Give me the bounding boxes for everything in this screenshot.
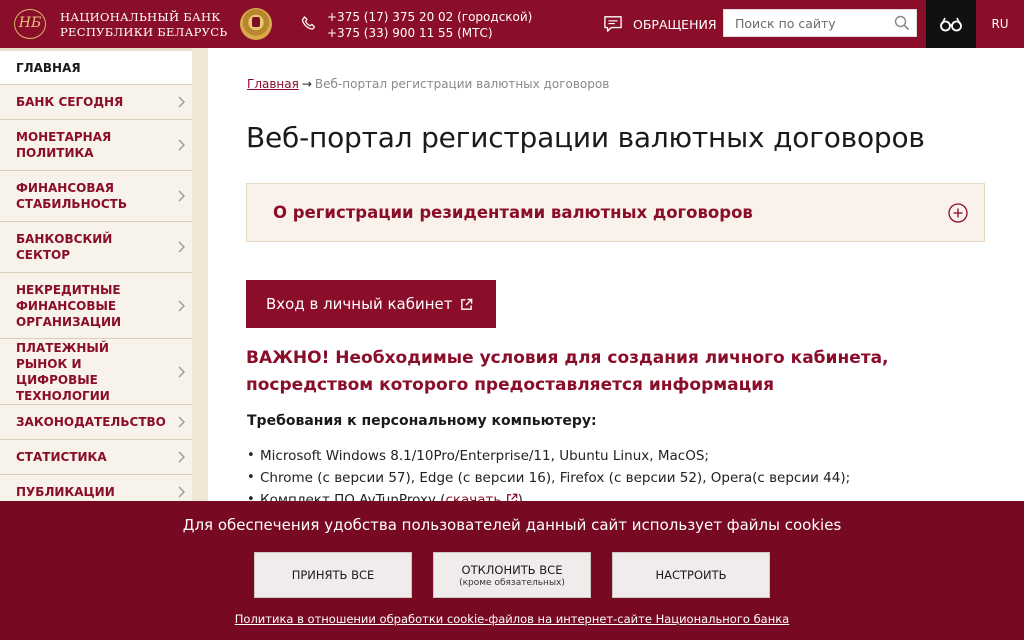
cookie-policy-container: Политика в отношении обработки cookie-фа…	[0, 612, 1024, 626]
phone-mobile[interactable]: +375 (33) 900 11 55 (МТС)	[327, 25, 532, 41]
sidebar-item-label: ГЛАВНАЯ	[16, 60, 81, 75]
phone-icon	[301, 16, 316, 30]
phone-numbers: +375 (17) 375 20 02 (городской) +375 (33…	[327, 9, 532, 41]
bank-name-line2: РЕСПУБЛИКИ БЕЛАРУСЬ	[60, 25, 228, 39]
emblem-icon	[240, 8, 272, 40]
chevron-right-icon	[178, 451, 185, 463]
accordion-registration-info[interactable]: О регистрации резидентами валютных догов…	[246, 183, 985, 242]
important-notice: ВАЖНО! Необходимые условия для создания …	[246, 348, 889, 395]
chevron-right-icon	[178, 366, 185, 377]
sidebar-item-bank-today[interactable]: БАНК СЕГОДНЯ	[0, 85, 192, 120]
sidebar-item-label: ФИНАНСОВАЯ СТАБИЛЬНОСТЬ	[16, 181, 127, 211]
sidebar-item-label: БАНКОВСКИЙ СЕКТОР	[16, 232, 113, 262]
sidebar-item-nonbank-organizations[interactable]: НЕКРЕДИТНЫЕ ФИНАНСОВЫЕ ОРГАНИЗАЦИИ	[0, 273, 192, 339]
sidebar-item-monetary-policy[interactable]: МОНЕТАРНАЯ ПОЛИТИКА	[0, 120, 192, 171]
search-icon[interactable]	[894, 15, 910, 31]
logo-icon[interactable]: НБ	[14, 9, 46, 39]
list-item: Chrome (с версии 57), Edge (с версии 16)…	[247, 467, 850, 489]
decline-all-button[interactable]: ОТКЛОНИТЬ ВСЕ (кроме обязательных)	[433, 552, 591, 598]
cookie-policy-link[interactable]: Политика в отношении обработки cookie-фа…	[235, 612, 789, 626]
sidebar-item-label: ПУБЛИКАЦИИ	[16, 485, 115, 499]
accept-all-label: ПРИНЯТЬ ВСЕ	[291, 568, 375, 582]
login-cabinet-button[interactable]: Вход в личный кабинет	[246, 280, 496, 328]
requirement-browsers: Chrome (с версии 57), Edge (с версии 16)…	[260, 470, 851, 486]
sidebar-item-payment-market[interactable]: ПЛАТЕЖНЫЙ РЫНОК И ЦИФРОВЫЕ ТЕХНОЛОГИИ	[0, 339, 192, 405]
bank-name-line1: НАЦИОНАЛЬНЫЙ БАНК	[60, 10, 221, 24]
chevron-right-icon	[178, 139, 185, 151]
chevron-right-icon	[178, 190, 185, 202]
external-link-icon	[461, 298, 473, 310]
sidebar-nav: ГЛАВНАЯ БАНК СЕГОДНЯ МОНЕТАРНАЯ ПОЛИТИКА…	[0, 51, 192, 510]
vision-icon	[940, 17, 962, 32]
decline-all-label: ОТКЛОНИТЬ ВСЕ	[461, 562, 563, 577]
decline-note: (кроме обязательных)	[459, 577, 565, 588]
breadcrumb-arrow-icon: →	[301, 77, 312, 91]
sidebar-item-home[interactable]: ГЛАВНАЯ	[0, 51, 192, 85]
breadcrumb: Главная → Веб-портал регистрации валютных …	[247, 77, 609, 91]
cookie-message: Для обеспечения удобства пользователей д…	[182, 516, 842, 534]
search-box	[723, 9, 917, 37]
sidebar-item-label: ЗАКОНОДАТЕЛЬСТВО	[16, 415, 166, 429]
vision-impaired-button[interactable]	[926, 0, 976, 48]
sidebar-item-label: БАНК СЕГОДНЯ	[16, 95, 124, 109]
sidebar-item-label: НЕКРЕДИТНЫЕ ФИНАНСОВЫЕ ОРГАНИЗАЦИИ	[16, 282, 122, 329]
appeals-link[interactable]: ОБРАЩЕНИЯ	[603, 14, 717, 34]
breadcrumb-home-link[interactable]: Главная	[247, 77, 299, 91]
page-title: Веб-портал регистрации валютных договоро…	[246, 121, 925, 154]
list-item: Microsoft Windows 8.1/10Pro/Enterprise/1…	[247, 445, 850, 467]
phone-city[interactable]: +375 (17) 375 20 02 (городской)	[327, 9, 532, 25]
appeals-label: ОБРАЩЕНИЯ	[633, 16, 717, 32]
chevron-right-icon	[178, 300, 185, 311]
requirement-os: Microsoft Windows 8.1/10Pro/Enterprise/1…	[260, 448, 709, 464]
requirements-title: Требования к персональному компьютеру:	[247, 413, 597, 429]
sidebar-item-statistics[interactable]: СТАТИСТИКА	[0, 440, 192, 475]
sidebar-item-label: МОНЕТАРНАЯ ПОЛИТИКА	[16, 130, 112, 160]
sidebar-item-label: СТАТИСТИКА	[16, 450, 107, 464]
sidebar-item-banking-sector[interactable]: БАНКОВСКИЙ СЕКТОР	[0, 222, 192, 273]
bank-name[interactable]: НАЦИОНАЛЬНЫЙ БАНК РЕСПУБЛИКИ БЕЛАРУСЬ	[60, 10, 227, 40]
appeals-icon	[604, 16, 622, 32]
site-header: НБ НАЦИОНАЛЬНЫЙ БАНК РЕСПУБЛИКИ БЕЛАРУСЬ…	[0, 0, 1024, 48]
accordion-title: О регистрации резидентами валютных догов…	[273, 203, 753, 222]
plus-circle-icon[interactable]	[948, 203, 968, 223]
sidebar-item-label: ПЛАТЕЖНЫЙ РЫНОК И ЦИФРОВЫЕ ТЕХНОЛОГИИ	[16, 340, 110, 403]
sidebar-item-financial-stability[interactable]: ФИНАНСОВАЯ СТАБИЛЬНОСТЬ	[0, 171, 192, 222]
chevron-right-icon	[178, 241, 185, 253]
chevron-right-icon	[178, 96, 185, 108]
language-switch[interactable]: RU	[976, 0, 1024, 48]
sidebar-item-legislation[interactable]: ЗАКОНОДАТЕЛЬСТВО	[0, 405, 192, 440]
configure-button[interactable]: НАСТРОИТЬ	[612, 552, 770, 598]
chevron-right-icon	[178, 486, 185, 498]
chevron-right-icon	[178, 416, 185, 428]
search-input[interactable]	[724, 10, 892, 36]
login-cabinet-label: Вход в личный кабинет	[266, 295, 453, 313]
configure-label: НАСТРОИТЬ	[655, 568, 727, 582]
breadcrumb-current: Веб-портал регистрации валютных договоро…	[314, 77, 610, 91]
accept-all-button[interactable]: ПРИНЯТЬ ВСЕ	[254, 552, 412, 598]
